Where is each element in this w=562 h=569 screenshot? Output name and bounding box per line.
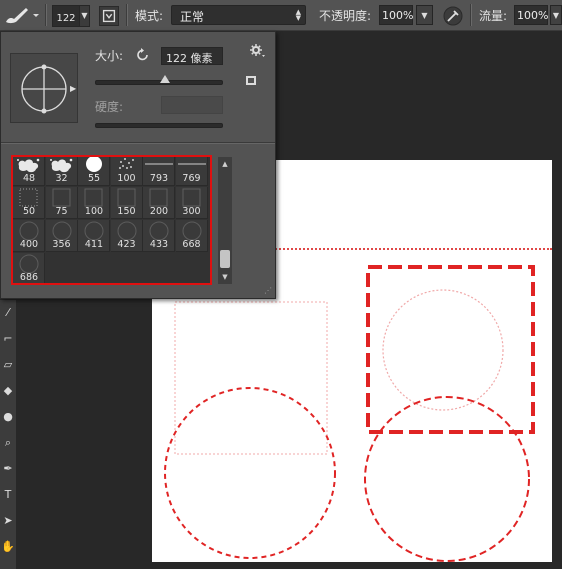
- mode-label: 模式:: [135, 9, 164, 23]
- separator: [470, 4, 471, 26]
- drop-icon[interactable]: ●: [0, 404, 16, 430]
- dashed-circle-left-shape: [164, 387, 336, 559]
- opacity-field[interactable]: 100%: [379, 5, 413, 25]
- resize-grip-icon[interactable]: ⋰: [264, 286, 272, 295]
- size-slider-track[interactable]: [95, 80, 223, 85]
- dashed-circle-right-shape: [364, 396, 530, 562]
- flow-label: 流量:: [479, 9, 508, 23]
- highlight-frame: [11, 155, 212, 285]
- path-select-icon[interactable]: ➤: [0, 508, 16, 534]
- opacity-dropdown-button[interactable]: ▼: [416, 5, 433, 25]
- size-pixels-field[interactable]: 122 像素: [161, 47, 223, 65]
- faint-square-shape: [174, 301, 328, 455]
- brush-picker-dropdown-button[interactable]: ▼: [80, 5, 90, 27]
- dashed-square-shape: [366, 265, 535, 434]
- scroll-down-icon[interactable]: ▼: [218, 273, 232, 281]
- hardness-field: [161, 96, 223, 114]
- hardness-slider-track: [95, 123, 223, 128]
- pressure-opacity-icon[interactable]: [442, 5, 464, 27]
- brush-panel-toggle-icon[interactable]: [99, 6, 119, 26]
- opacity-label: 不透明度:: [319, 9, 372, 23]
- zoom-icon[interactable]: ⌕: [0, 430, 16, 456]
- flow-dropdown-button[interactable]: ▼: [550, 5, 562, 25]
- brush-angle-icon: [21, 64, 67, 114]
- separator: [45, 4, 46, 26]
- brush-tool-icon[interactable]: [2, 5, 42, 25]
- brush-size-field[interactable]: 122: [52, 5, 80, 27]
- blend-mode-select[interactable]: 正常 ▲ ▼: [171, 5, 306, 25]
- faint-circle-shape: [382, 289, 504, 411]
- size-label: 大小:: [95, 49, 124, 63]
- gear-icon[interactable]: [249, 42, 265, 58]
- scroll-up-icon[interactable]: ▲: [218, 160, 232, 168]
- blend-mode-value: 正常: [180, 10, 205, 24]
- hardness-label: 硬度:: [95, 100, 124, 114]
- pen-icon[interactable]: ✒: [0, 456, 16, 482]
- text-icon[interactable]: T: [0, 482, 16, 508]
- brush-preset-picker: ▶ 大小: 122 像素 硬度: 48 32 55 100 793 769 50 75 100 1…: [0, 31, 276, 299]
- size-slider-thumb[interactable]: [160, 75, 171, 83]
- new-preset-icon[interactable]: [244, 73, 258, 87]
- eraser-icon[interactable]: ▱: [0, 352, 16, 378]
- crop-icon[interactable]: ⌐: [0, 326, 16, 352]
- brush-tip-preview[interactable]: [10, 53, 78, 123]
- tools-panel: ⁄ ⌐ ▱ ◆ ● ⌕ ✒ T ➤ ✋: [0, 300, 16, 569]
- brush-icon[interactable]: ⁄: [0, 300, 16, 326]
- flow-field[interactable]: 100%: [514, 5, 548, 25]
- preset-scrollbar[interactable]: ▲ ▼: [218, 157, 232, 284]
- options-bar: 122 ▼ 模式: 正常 ▲ ▼ 不透明度: 100% ▼ 流量: 100% ▼: [0, 0, 562, 31]
- separator: [126, 4, 127, 26]
- scrollbar-thumb[interactable]: [220, 250, 230, 268]
- hand-icon[interactable]: ✋: [0, 534, 16, 560]
- paint-bucket-icon[interactable]: ◆: [0, 378, 16, 404]
- select-arrows-icon: ▲ ▼: [295, 8, 301, 22]
- reset-size-icon[interactable]: [135, 47, 151, 63]
- divider: [1, 142, 275, 143]
- caret-right-icon: ▶: [70, 84, 77, 93]
